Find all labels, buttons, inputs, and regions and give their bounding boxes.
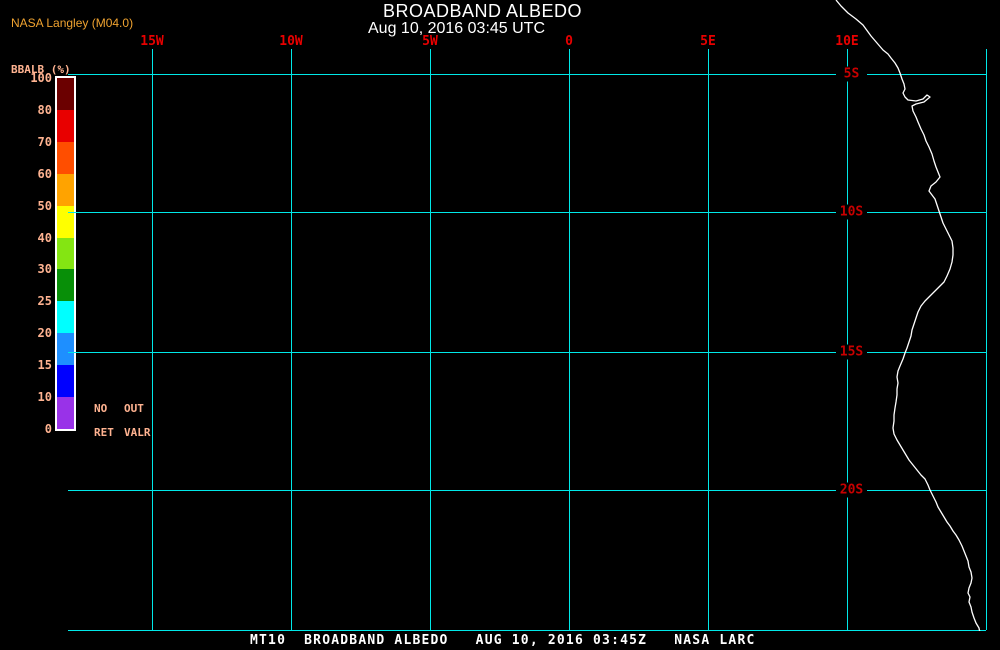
longitude-grid-line: [569, 49, 570, 630]
colorbar-segment: [57, 397, 74, 429]
colorbar-tick-label: 0: [44, 422, 52, 436]
colorbar-segment: [57, 205, 74, 238]
flag-label-out: OUT: [124, 402, 144, 415]
longitude-grid-line: [291, 49, 292, 630]
longitude-label: 15W: [140, 34, 164, 49]
longitude-label: 5W: [422, 34, 438, 49]
longitude-grid-line: [152, 49, 153, 630]
colorbar-tick-label: 15: [37, 358, 52, 373]
colorbar-tick-label: 25: [37, 294, 52, 309]
albedo-map-viewer: NASA Langley (M04.0) BROADBAND ALBEDO Au…: [0, 0, 1000, 650]
longitude-grid-line: [708, 49, 709, 630]
longitude-label: 10W: [279, 34, 303, 49]
longitude-label: 5E: [700, 34, 716, 49]
colorbar-segment: [57, 237, 74, 270]
colorbar-tick-label: 100: [30, 71, 52, 85]
longitude-grid-line: [430, 49, 431, 630]
longitude-label: 10E: [835, 34, 859, 49]
colorbar-tick-label: 80: [37, 102, 52, 117]
status-text: MT10 BROADBAND ALBEDO AUG 10, 2016 03:45…: [250, 633, 756, 648]
colorbar-segment: [57, 269, 74, 302]
colorbar-tick-label: 20: [37, 326, 52, 341]
colorbar-tick-label: 40: [37, 230, 52, 245]
colorbar-segment: [57, 78, 74, 110]
flag-label-ret: RET: [94, 426, 114, 439]
latitude-label: 5S: [836, 66, 867, 82]
colorbar-segment: [57, 173, 74, 206]
longitude-label: 0: [565, 34, 573, 49]
colorbar-segment: [57, 109, 74, 142]
colorbar-tick-label: 10: [37, 390, 52, 405]
coastline-path: [835, 0, 981, 650]
colorbar-segment: [57, 365, 74, 398]
colorbar-segment: [57, 301, 74, 334]
coastline-layer: [0, 0, 1000, 650]
colorbar-segment: [57, 141, 74, 174]
page-subtitle: Aug 10, 2016 03:45 UTC: [368, 20, 546, 37]
page-title: BROADBAND ALBEDO: [383, 1, 583, 21]
status-bar: MT10 BROADBAND ALBEDO AUG 10, 2016 03:45…: [0, 631, 1000, 650]
colorbar: [55, 76, 76, 431]
latitude-label: 20S: [836, 482, 867, 498]
colorbar-tick-label: 60: [37, 166, 52, 181]
colorbar-tick-label: 70: [37, 134, 52, 149]
flag-label-no: NO: [94, 402, 108, 415]
colorbar-segment: [57, 333, 74, 366]
latitude-label: 10S: [836, 204, 867, 220]
longitude-grid-line: [847, 49, 848, 630]
colorbar-tick-label: 30: [37, 262, 52, 277]
longitude-grid-line: [986, 49, 987, 630]
coastline-svg: [835, 0, 981, 650]
flag-label-valr: VALR: [124, 426, 151, 439]
nasa-credit-text: NASA Langley (M04.0): [11, 16, 134, 30]
colorbar-tick-label: 50: [37, 198, 52, 213]
latitude-label: 15S: [836, 344, 867, 360]
